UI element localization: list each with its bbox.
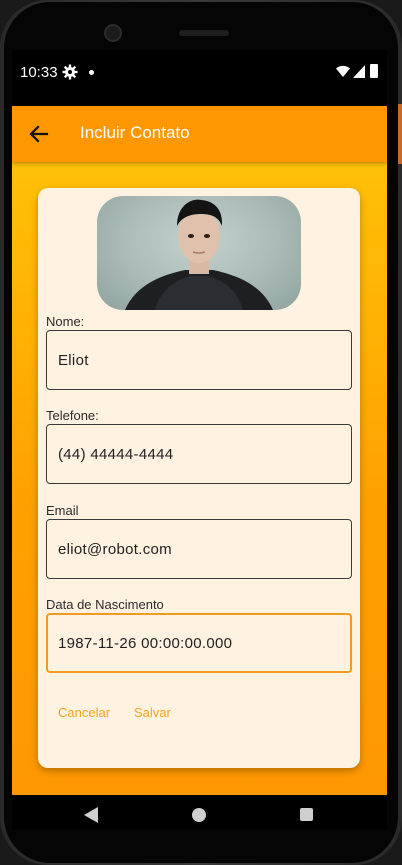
front-camera-icon [104, 24, 122, 42]
email-label: Email [46, 503, 79, 518]
email-field[interactable]: eliot@robot.com [46, 519, 352, 579]
page-title: Incluir Contato [80, 123, 190, 142]
app-bar: Incluir Contato [12, 106, 387, 162]
contact-photo-image [125, 199, 273, 310]
nav-recent-icon[interactable] [300, 808, 313, 821]
battery-icon [370, 64, 378, 78]
name-value: Eliot [58, 352, 89, 369]
nav-home-icon[interactable] [192, 808, 206, 822]
nav-back-icon[interactable] [84, 807, 98, 823]
earpiece-speaker [179, 30, 229, 36]
birth-date-label: Data de Nascimento [46, 597, 164, 612]
wifi-icon [336, 65, 350, 77]
phone-value: (44) 44444-4444 [58, 446, 174, 463]
gear-icon [62, 64, 78, 80]
phone-label: Telefone: [46, 408, 99, 423]
birth-date-field[interactable]: 1987-11-26 00:00:00.000 [46, 613, 352, 673]
notification-dot-icon [89, 70, 94, 75]
birth-date-value: 1987-11-26 00:00:00.000 [58, 635, 233, 652]
cancel-button[interactable]: Cancelar [58, 705, 110, 720]
name-label: Nome: [46, 314, 85, 329]
screen: 10:33 Incluir Contato Nome: Eliot Telefo… [12, 50, 387, 829]
device-frame: 10:33 Incluir Contato Nome: Eliot Telefo… [0, 0, 402, 865]
email-value: eliot@robot.com [58, 541, 172, 558]
status-bar: 10:33 [12, 50, 387, 106]
system-nav-bar [12, 795, 387, 829]
arrow-left-icon[interactable] [28, 123, 50, 145]
phone-field[interactable]: (44) 44444-4444 [46, 424, 352, 484]
save-button[interactable]: Salvar [134, 705, 171, 720]
name-field[interactable]: Eliot [46, 330, 352, 390]
form-background: Nome: Eliot Telefone: (44) 44444-4444 Em… [12, 162, 387, 795]
contact-photo[interactable] [97, 196, 301, 310]
status-time: 10:33 [20, 64, 58, 81]
contact-form-card: Nome: Eliot Telefone: (44) 44444-4444 Em… [38, 188, 360, 768]
cellular-icon [353, 65, 365, 78]
